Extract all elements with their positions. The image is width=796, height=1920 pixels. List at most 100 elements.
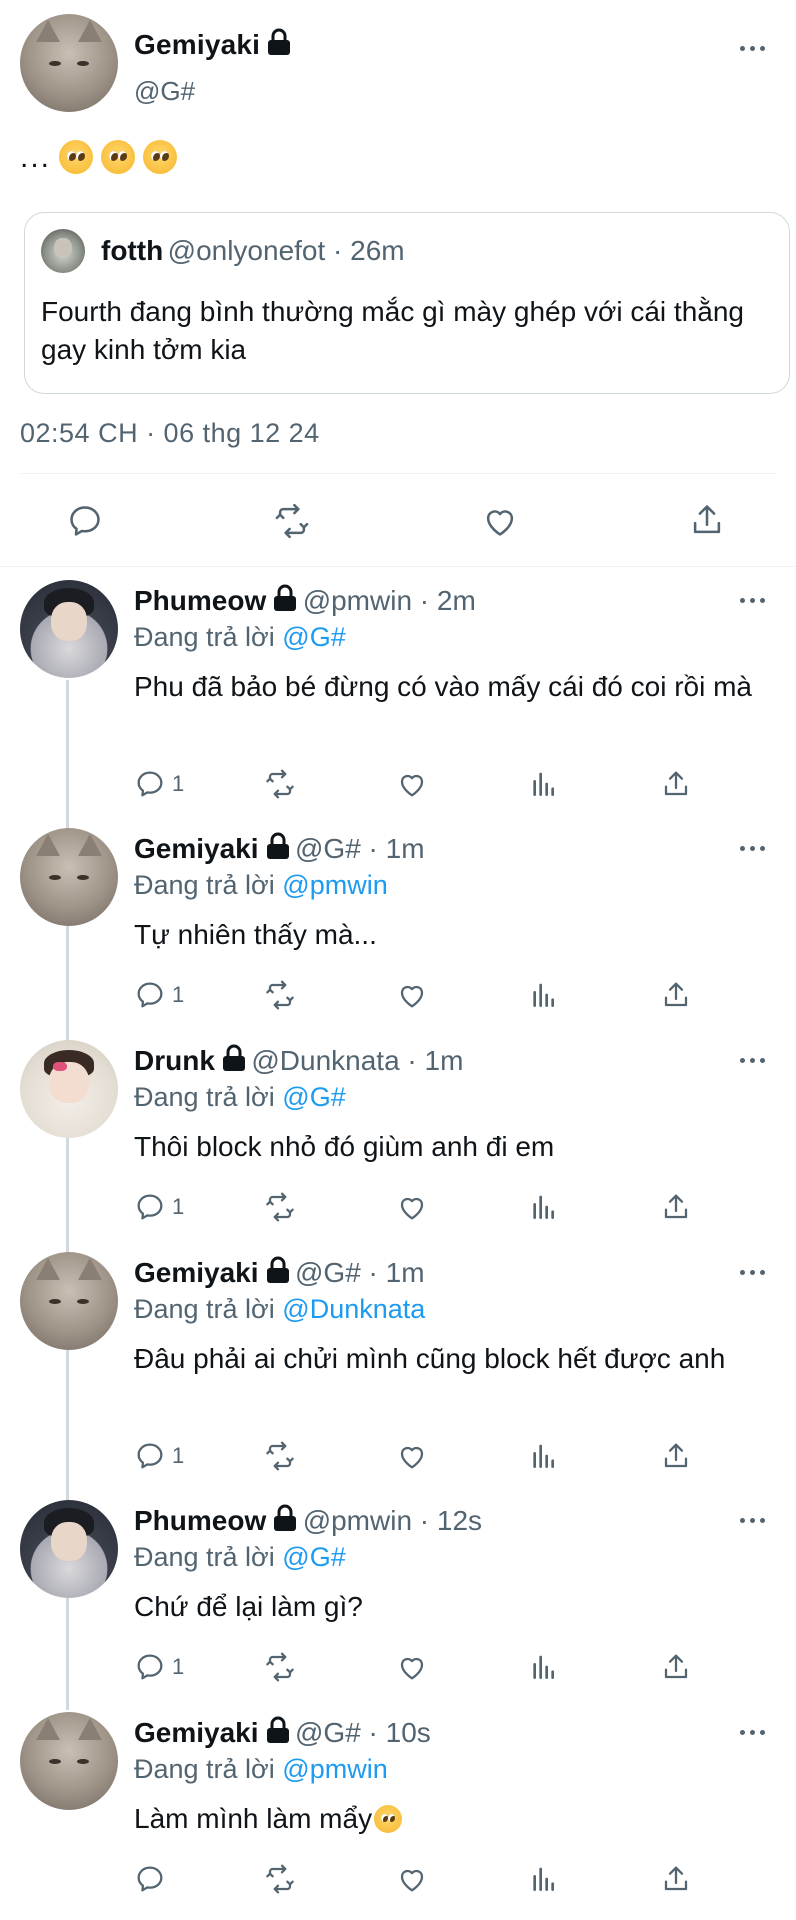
reply-tweet[interactable]: Phumeow @pmwin · 12s Đang trả lời @G# Chứ … [0, 1500, 796, 1700]
reply-author-name[interactable]: Phumeow [134, 585, 266, 616]
reply-author-meta[interactable]: @Dunknata · 1m [251, 1045, 463, 1076]
reply-icon[interactable] [66, 502, 104, 540]
reply-avatar[interactable] [20, 580, 118, 678]
author-avatar[interactable] [20, 14, 118, 112]
retweet-button[interactable] [264, 1863, 296, 1895]
reply-icon[interactable] [134, 1651, 166, 1683]
more-options-icon[interactable] [740, 1728, 768, 1736]
reply-icon[interactable] [134, 1440, 166, 1472]
reply-author-name[interactable]: Gemiyaki [134, 833, 259, 864]
views-icon[interactable] [528, 768, 560, 800]
like-button[interactable] [396, 768, 428, 800]
like-icon[interactable] [480, 502, 520, 540]
more-options-icon[interactable] [740, 1056, 768, 1064]
reply-author-name[interactable]: Phumeow [134, 1505, 266, 1536]
like-icon[interactable] [396, 1651, 428, 1683]
reply-icon[interactable] [134, 1863, 166, 1895]
reply-tweet[interactable]: Gemiyaki @G# · 1m Đang trả lời @pmwin Tự n… [0, 828, 796, 1028]
like-icon[interactable] [396, 768, 428, 800]
quoted-tweet[interactable]: fotth @onlyonefot · 26m Fourth đang bình… [24, 212, 790, 394]
replying-to-handle[interactable]: @pmwin [282, 1754, 387, 1784]
author-handle[interactable]: @G# [134, 76, 195, 107]
reply-author-meta[interactable]: @G# · 10s [295, 1717, 431, 1748]
reply-icon[interactable] [134, 1191, 166, 1223]
views-button[interactable] [528, 1651, 560, 1683]
reply-button[interactable]: 1 [134, 1651, 184, 1683]
share-icon[interactable] [688, 500, 726, 540]
reply-author-name[interactable]: Gemiyaki [134, 1717, 259, 1748]
retweet-icon[interactable] [264, 1651, 296, 1683]
views-icon[interactable] [528, 1863, 560, 1895]
reply-tweet[interactable]: Gemiyaki @G# · 10s Đang trả lời @pmwin Làm… [0, 1712, 796, 1912]
views-button[interactable] [528, 1440, 560, 1472]
like-icon[interactable] [396, 979, 428, 1011]
views-icon[interactable] [528, 1651, 560, 1683]
retweet-icon[interactable] [264, 979, 296, 1011]
reply-button[interactable]: 1 [134, 1191, 184, 1223]
retweet-icon[interactable] [272, 502, 312, 540]
reply-tweet[interactable]: Gemiyaki @G# · 1m Đang trả lời @Dunknata Đ… [0, 1252, 796, 1471]
reply-author-meta[interactable]: @pmwin · 2m [303, 585, 476, 616]
views-button[interactable] [528, 768, 560, 800]
share-icon[interactable] [660, 1440, 692, 1472]
views-button[interactable] [528, 1863, 560, 1895]
more-options-icon[interactable] [740, 44, 768, 52]
share-button[interactable] [660, 979, 692, 1011]
replying-to-handle[interactable]: @G# [282, 1542, 345, 1572]
reply-tweet[interactable]: Phumeow @pmwin · 2m Đang trả lời @G# Phu đ… [0, 580, 796, 799]
share-button[interactable] [660, 1191, 692, 1223]
like-button[interactable] [396, 979, 428, 1011]
reply-avatar[interactable] [20, 828, 118, 926]
views-button[interactable] [528, 1191, 560, 1223]
retweet-icon[interactable] [264, 1863, 296, 1895]
retweet-button[interactable] [264, 979, 296, 1011]
like-icon[interactable] [396, 1440, 428, 1472]
retweet-button[interactable] [264, 1440, 296, 1472]
share-icon[interactable] [660, 1651, 692, 1683]
replying-to-handle[interactable]: @pmwin [282, 870, 387, 900]
tweet-timestamp[interactable]: 02:54 CH · 06 thg 12 24 [20, 418, 320, 449]
views-icon[interactable] [528, 979, 560, 1011]
like-icon[interactable] [396, 1191, 428, 1223]
reply-author-name[interactable]: Gemiyaki [134, 1257, 259, 1288]
retweet-icon[interactable] [264, 1191, 296, 1223]
reply-avatar[interactable] [20, 1252, 118, 1350]
like-button[interactable] [396, 1440, 428, 1472]
retweet-icon[interactable] [264, 1440, 296, 1472]
reply-author-meta[interactable]: @G# · 1m [295, 833, 425, 864]
reply-button[interactable]: 1 [134, 979, 184, 1011]
share-icon[interactable] [660, 1863, 692, 1895]
share-button[interactable] [660, 1440, 692, 1472]
retweet-button[interactable] [264, 768, 296, 800]
reply-avatar[interactable] [20, 1712, 118, 1810]
like-icon[interactable] [396, 1863, 428, 1895]
reply-icon[interactable] [134, 768, 166, 800]
share-icon[interactable] [660, 1191, 692, 1223]
reply-author-meta[interactable]: @G# · 1m [295, 1257, 425, 1288]
like-button[interactable] [396, 1863, 428, 1895]
author-name-row[interactable]: Gemiyaki [134, 28, 292, 61]
more-options-icon[interactable] [740, 596, 768, 604]
retweet-button[interactable] [264, 1651, 296, 1683]
reply-tweet[interactable]: Drunk @Dunknata · 1m Đang trả lời @G# Thôi… [0, 1040, 796, 1240]
retweet-button[interactable] [264, 1191, 296, 1223]
share-icon[interactable] [660, 768, 692, 800]
reply-author-meta[interactable]: @pmwin · 12s [303, 1505, 482, 1536]
views-icon[interactable] [528, 1440, 560, 1472]
reply-author-name[interactable]: Drunk [134, 1045, 215, 1076]
views-icon[interactable] [528, 1191, 560, 1223]
reply-button[interactable]: 1 [134, 1440, 184, 1472]
replying-to-handle[interactable]: @G# [282, 1082, 345, 1112]
reply-avatar[interactable] [20, 1040, 118, 1138]
share-button[interactable] [660, 768, 692, 800]
more-options-icon[interactable] [740, 1516, 768, 1524]
reply-icon[interactable] [134, 979, 166, 1011]
retweet-icon[interactable] [264, 768, 296, 800]
share-button[interactable] [660, 1651, 692, 1683]
reply-button[interactable]: 1 [134, 768, 184, 800]
share-button[interactable] [660, 1863, 692, 1895]
like-button[interactable] [396, 1191, 428, 1223]
reply-button[interactable] [134, 1863, 166, 1895]
reply-avatar[interactable] [20, 1500, 118, 1598]
more-options-icon[interactable] [740, 844, 768, 852]
